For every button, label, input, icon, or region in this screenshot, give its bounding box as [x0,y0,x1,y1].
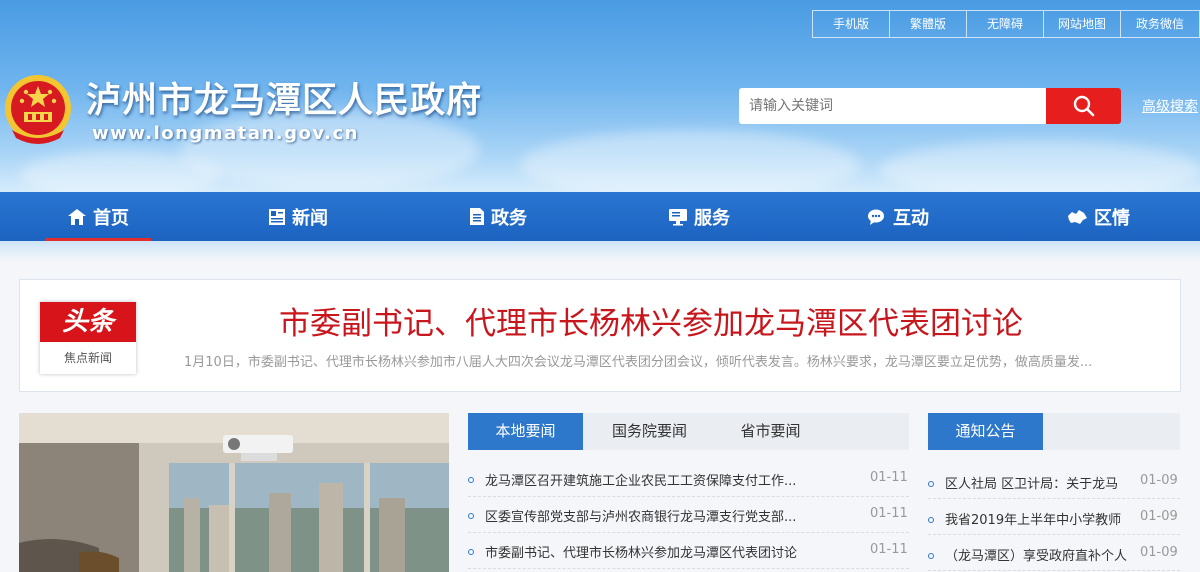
advanced-search-link[interactable]: 高级搜索 [1142,96,1198,116]
cloud-decoration [20,150,220,192]
notice-date: 01-09 [1140,473,1178,488]
site-url: www.longmatan.gov.cn [92,123,359,144]
headline-title[interactable]: 市委副书记、代理市长杨林兴参加龙马潭区代表团讨论 [20,298,1182,343]
news-date: 01-11 [870,542,908,557]
tab-state-council-news[interactable]: 国务院要闻 [592,413,707,450]
nav-label: 政务 [491,207,527,229]
news-title[interactable]: 区委宣传部党支部与泸州农商银行龙马潭支行党支部... [485,506,825,525]
notice-panel: 通知公告 区人社局 区卫计局：关于龙马 01-09 我省2019年上半年中小学教… [928,413,1180,572]
cloud-decoration [520,130,860,192]
document-icon [470,208,484,225]
site-title: 泸州市龙马潭区人民政府 [86,81,483,121]
news-title[interactable]: 龙马潭区召开建筑施工企业农民工工资保障支付工作... [485,470,825,489]
list-item[interactable]: （龙马潭区）享受政府直补个人 01-09 [928,535,1180,571]
headline-panel: 头条 焦点新闻 市委副书记、代理市长杨林兴参加龙马潭区代表团讨论 1月10日，市… [19,279,1181,392]
monitor-icon [669,208,687,225]
nav-item-interaction[interactable]: 互动 [867,192,929,241]
news-photo[interactable] [19,413,449,572]
bullet-icon [928,481,934,487]
bullet-icon [928,553,934,559]
notice-date: 01-09 [1140,545,1178,560]
main-nav: 首页 新闻 政务 服务 互动 区情 [0,192,1200,241]
top-link-wechat[interactable]: 政务微信 [1121,11,1199,37]
bullet-icon [928,517,934,523]
tab-local-news[interactable]: 本地要闻 [468,413,583,450]
notice-tabs: 通知公告 [928,413,1180,450]
bullet-icon [468,549,474,555]
nav-label: 区情 [1094,207,1130,229]
nav-item-home[interactable]: 首页 [67,192,129,241]
headline-summary[interactable]: 1月10日，市委副书记、代理市长杨林兴参加市八届人大四次会议龙马潭区代表团分团会… [184,351,1164,370]
list-item[interactable]: 区委宣传部党支部与泸州农商银行龙马潭支行党支部... 01-11 [468,497,909,533]
news-tabs: 本地要闻 国务院要闻 省市要闻 [468,413,909,450]
list-item[interactable]: 区人社局 区卫计局：关于龙马 01-09 [928,463,1180,499]
notice-title[interactable]: 区人社局 区卫计局：关于龙马 [945,473,1135,492]
nav-label: 新闻 [292,207,328,229]
national-emblem-icon [5,75,71,144]
chat-icon [868,209,884,225]
list-item[interactable]: 我省2019年上半年中小学教师 01-09 [928,499,1180,535]
top-link-mobile[interactable]: 手机版 [813,11,890,37]
list-item[interactable]: 市委副书记、代理市长杨林兴参加龙马潭区代表团讨论 01-11 [468,533,909,569]
news-date: 01-11 [870,470,908,485]
newspaper-icon [269,208,285,225]
nav-item-government[interactable]: 政务 [469,192,527,241]
news-panel: 本地要闻 国务院要闻 省市要闻 龙马潭区召开建筑施工企业农民工工资保障支付工作.… [468,413,909,572]
top-link-sitemap[interactable]: 网站地图 [1044,11,1121,37]
search-input[interactable] [739,88,1047,124]
search-icon [1073,95,1094,117]
tab-provincial-news[interactable]: 省市要闻 [713,413,828,450]
top-link-traditional[interactable]: 繁體版 [890,11,967,37]
nav-label: 首页 [93,207,129,229]
map-icon [1068,209,1087,224]
headline-badge-subtitle: 焦点新闻 [63,351,112,365]
news-date: 01-11 [870,506,908,521]
cloud-decoration [880,140,1200,192]
nav-label: 互动 [893,207,929,229]
home-icon [68,208,86,225]
notice-title[interactable]: 我省2019年上半年中小学教师 [945,509,1135,528]
nav-label: 服务 [694,207,730,229]
notice-title[interactable]: （龙马潭区）享受政府直补个人 [945,545,1135,564]
list-item[interactable]: 龙马潭区召开建筑施工企业农民工工资保障支付工作... 01-11 [468,461,909,497]
notice-date: 01-09 [1140,509,1178,524]
bullet-icon [468,477,474,483]
nav-item-news[interactable]: 新闻 [268,192,328,241]
nav-item-services[interactable]: 服务 [668,192,730,241]
header-fade-band [0,241,1200,261]
site-header: 手机版 繁體版 无障碍 网站地图 政务微信 泸州市龙马潭区人民政府 www.lo… [0,0,1200,192]
search-button[interactable] [1046,88,1121,124]
nav-item-district[interactable]: 区情 [1066,192,1130,241]
tab-notices[interactable]: 通知公告 [928,413,1043,450]
meeting-room-photo [19,413,449,572]
top-links-bar: 手机版 繁體版 无障碍 网站地图 政务微信 [812,10,1200,38]
bullet-icon [468,513,474,519]
top-link-accessibility[interactable]: 无障碍 [967,11,1044,37]
news-title[interactable]: 市委副书记、代理市长杨林兴参加龙马潭区代表团讨论 [485,542,825,561]
